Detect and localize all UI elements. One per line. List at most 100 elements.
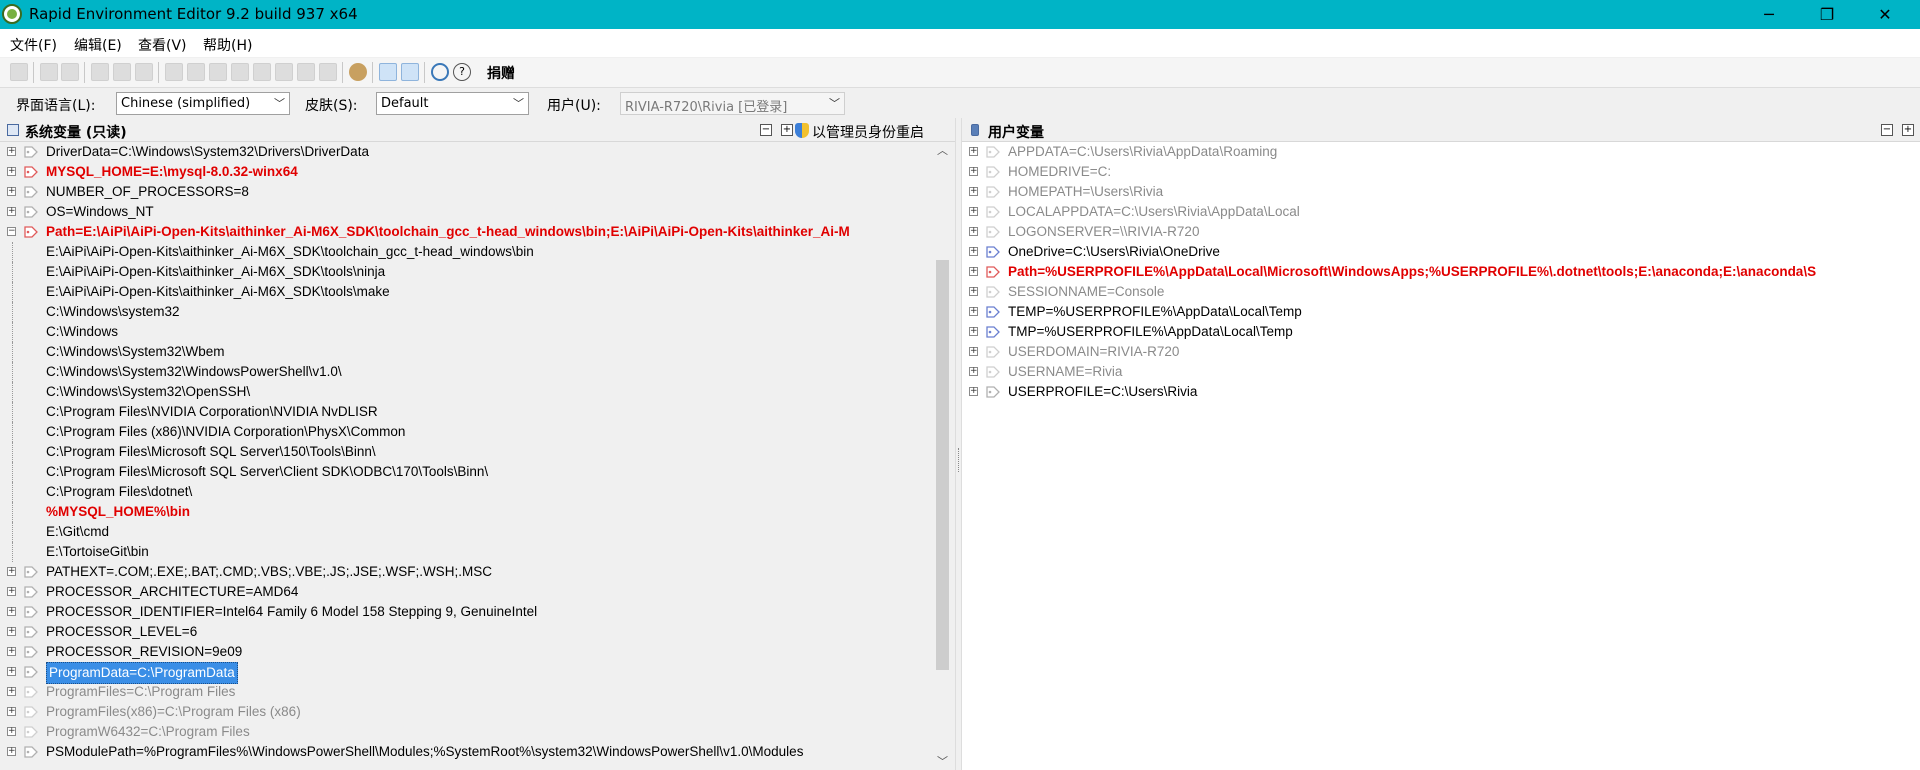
menu-bar: 文件(F) 编辑(E) 查看(V) 帮助(H) bbox=[0, 29, 1920, 58]
skin-label: 皮肤(S): bbox=[305, 98, 358, 114]
menu-file[interactable]: 文件(F) bbox=[10, 35, 57, 55]
variable-text: ProgramFiles(x86)=C:\Program Files (x86) bbox=[46, 704, 301, 719]
variable-text: LOCALAPPDATA=C:\Users\Rivia\AppData\Loca… bbox=[1008, 204, 1300, 219]
expand-icon[interactable]: + bbox=[7, 607, 16, 616]
expand-all-icon[interactable]: + bbox=[781, 124, 793, 136]
expand-icon[interactable]: + bbox=[7, 667, 16, 676]
tag-view-icon[interactable] bbox=[401, 63, 419, 81]
expand-icon[interactable]: + bbox=[969, 347, 978, 356]
variable-text: C:\Program Files\dotnet\ bbox=[46, 484, 193, 499]
variable-text: PATHEXT=.COM;.EXE;.BAT;.CMD;.VBS;.VBE;.J… bbox=[46, 564, 492, 579]
settings-icon[interactable] bbox=[349, 63, 367, 81]
minimize-button[interactable]: ─ bbox=[1746, 0, 1792, 29]
variable-tag-icon bbox=[986, 226, 1000, 238]
search-icon[interactable] bbox=[431, 63, 449, 81]
expand-icon[interactable]: + bbox=[969, 167, 978, 176]
tree-line bbox=[12, 422, 33, 442]
variable-tag-icon bbox=[24, 626, 38, 638]
variable-text: ProgramW6432=C:\Program Files bbox=[46, 724, 250, 739]
expand-icon[interactable]: + bbox=[969, 187, 978, 196]
maximize-button[interactable]: ❐ bbox=[1804, 0, 1850, 29]
variable-tag-icon bbox=[986, 166, 1000, 178]
vertical-scrollbar[interactable]: ︿ ﹀ bbox=[934, 142, 951, 770]
expand-icon[interactable]: + bbox=[969, 387, 978, 396]
redo-icon[interactable] bbox=[61, 63, 79, 81]
collapse-all-icon[interactable]: − bbox=[1881, 124, 1893, 136]
expand-icon[interactable]: + bbox=[7, 187, 16, 196]
delete-icon[interactable] bbox=[135, 63, 153, 81]
variable-tag-icon bbox=[986, 286, 1000, 298]
scrollbar-thumb[interactable] bbox=[936, 260, 949, 670]
expand-icon[interactable]: + bbox=[969, 267, 978, 276]
variable-tag-icon bbox=[986, 306, 1000, 318]
splitter-grip[interactable] bbox=[958, 448, 960, 472]
expand-icon[interactable]: + bbox=[969, 367, 978, 376]
scroll-down-icon[interactable]: ﹀ bbox=[934, 753, 951, 770]
close-button[interactable]: ✕ bbox=[1862, 0, 1908, 29]
variable-text: OS=Windows_NT bbox=[46, 204, 154, 219]
duplicate-value-icon[interactable] bbox=[253, 63, 271, 81]
expand-icon[interactable]: + bbox=[7, 147, 16, 156]
add-variable-icon[interactable] bbox=[165, 63, 183, 81]
system-panel-title: 系统变量 (只读) bbox=[25, 125, 127, 141]
expand-icon[interactable]: + bbox=[7, 567, 16, 576]
expand-icon[interactable]: + bbox=[969, 147, 978, 156]
menu-edit[interactable]: 编辑(E) bbox=[74, 35, 122, 55]
expand-icon[interactable]: + bbox=[7, 627, 16, 636]
collapse-all-icon[interactable]: − bbox=[760, 124, 772, 136]
variable-text: C:\Windows\System32\WindowsPowerShell\v1… bbox=[46, 364, 342, 379]
expand-icon[interactable]: + bbox=[969, 227, 978, 236]
paste-icon[interactable] bbox=[113, 63, 131, 81]
variable-tag-icon bbox=[24, 666, 38, 678]
menu-view[interactable]: 查看(V) bbox=[138, 35, 187, 55]
language-select[interactable]: Chinese (simplified) ﹀ bbox=[116, 92, 290, 115]
variable-tag-icon bbox=[986, 206, 1000, 218]
expand-icon[interactable]: + bbox=[7, 727, 16, 736]
variable-tag-icon bbox=[24, 166, 38, 178]
expand-icon[interactable]: + bbox=[7, 167, 16, 176]
copy-icon[interactable] bbox=[91, 63, 109, 81]
expand-icon[interactable]: + bbox=[7, 207, 16, 216]
expand-icon[interactable]: + bbox=[969, 327, 978, 336]
expand-icon[interactable]: + bbox=[7, 587, 16, 596]
expand-icon[interactable]: + bbox=[969, 307, 978, 316]
skin-select[interactable]: Default ﹀ bbox=[376, 92, 529, 115]
variable-text: C:\Program Files\NVIDIA Corporation\NVID… bbox=[46, 404, 378, 419]
tag-icon[interactable] bbox=[275, 63, 293, 81]
expand-icon[interactable]: + bbox=[7, 647, 16, 656]
view-toggle-icon[interactable] bbox=[379, 63, 397, 81]
move-down-icon[interactable] bbox=[319, 63, 337, 81]
scroll-up-icon[interactable]: ︿ bbox=[934, 142, 951, 159]
menu-help[interactable]: 帮助(H) bbox=[203, 35, 252, 55]
expand-all-icon[interactable]: + bbox=[1902, 124, 1914, 136]
variable-text: USERDOMAIN=RIVIA-R720 bbox=[1008, 344, 1180, 359]
variable-tag-icon bbox=[24, 146, 38, 158]
user-panel-header: 用户变量 − + bbox=[962, 118, 1920, 142]
panel-splitter[interactable] bbox=[955, 118, 962, 770]
expand-icon[interactable]: + bbox=[969, 207, 978, 216]
expand-icon[interactable]: + bbox=[7, 747, 16, 756]
expand-icon[interactable]: + bbox=[7, 687, 16, 696]
expand-icon[interactable]: + bbox=[969, 247, 978, 256]
user-select[interactable]: RIVIA-R720\Rivia [已登录] ﹀ bbox=[620, 92, 845, 115]
tree-line bbox=[12, 302, 33, 322]
collapse-icon[interactable]: − bbox=[7, 227, 16, 236]
undo-icon[interactable] bbox=[40, 63, 58, 81]
restart-as-admin-button[interactable]: 以管理员身份重启 bbox=[812, 122, 924, 142]
edit-icon[interactable] bbox=[209, 63, 227, 81]
save-icon[interactable] bbox=[10, 63, 28, 81]
tree-line bbox=[12, 402, 33, 422]
variable-text: C:\Windows\System32\OpenSSH\ bbox=[46, 384, 251, 399]
duplicate-icon[interactable] bbox=[231, 63, 249, 81]
expand-icon[interactable]: + bbox=[7, 707, 16, 716]
toolbar-separator bbox=[372, 62, 373, 83]
user-value: RIVIA-R720\Rivia [已登录] bbox=[625, 100, 788, 115]
move-up-icon[interactable] bbox=[297, 63, 315, 81]
variable-text: TEMP=%USERPROFILE%\AppData\Local\Temp bbox=[1008, 304, 1302, 319]
expand-icon[interactable]: + bbox=[969, 287, 978, 296]
help-icon[interactable]: ? bbox=[453, 63, 471, 81]
add-value-icon[interactable] bbox=[187, 63, 205, 81]
tree-line bbox=[12, 482, 33, 502]
variable-text: OneDrive=C:\Users\Rivia\OneDrive bbox=[1008, 244, 1220, 259]
donate-button[interactable]: 捐赠 bbox=[487, 63, 515, 83]
